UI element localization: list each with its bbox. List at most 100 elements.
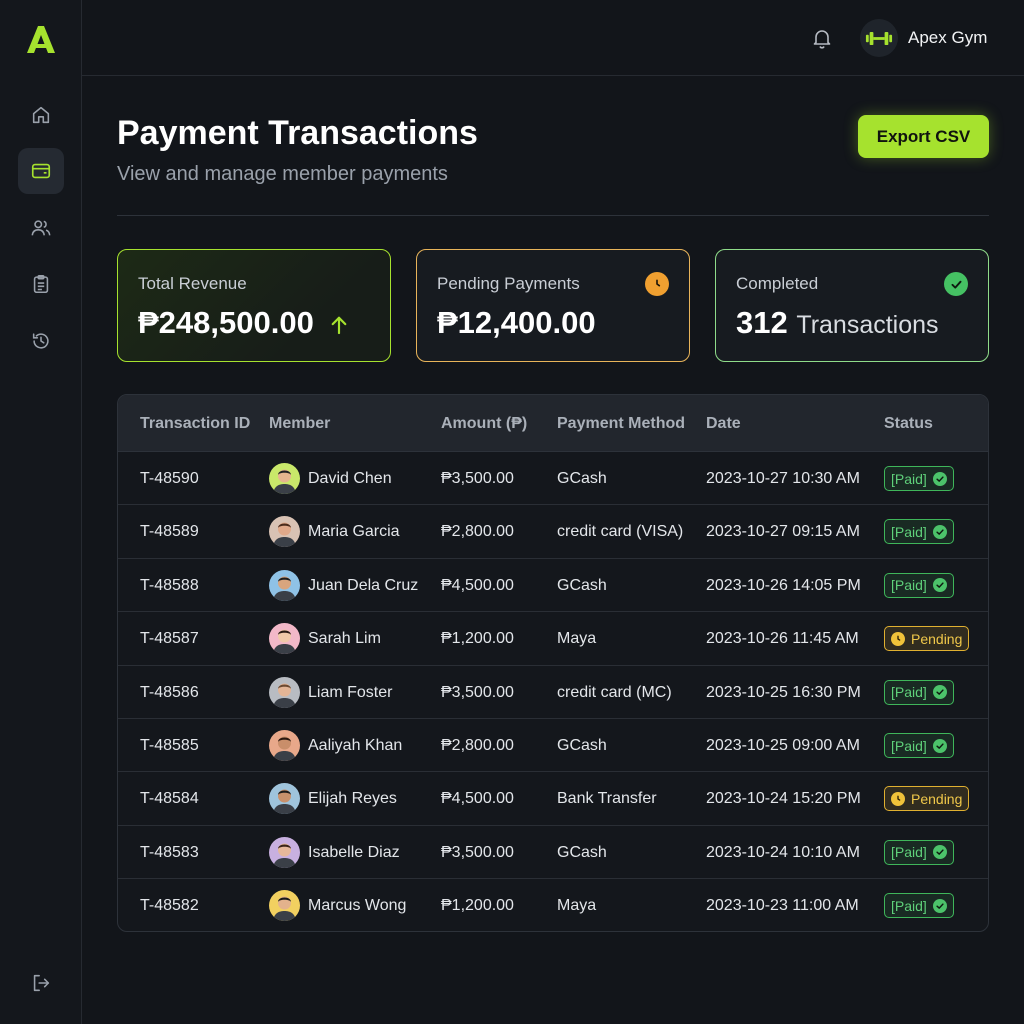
status-badge: [Paid] xyxy=(884,733,954,758)
member-name[interactable]: Marcus Wong xyxy=(308,897,406,915)
transaction-date: 2023-10-26 11:45 AM xyxy=(706,630,859,648)
transaction-date: 2023-10-23 11:00 AM xyxy=(706,897,859,915)
check-circle-icon xyxy=(932,898,947,913)
member-avatar xyxy=(269,890,300,922)
member-avatar xyxy=(269,623,300,655)
member-avatar xyxy=(269,516,300,548)
sidebar xyxy=(0,0,82,1024)
payment-method: credit card (MC) xyxy=(557,683,672,701)
member-name[interactable]: Elijah Reyes xyxy=(308,790,397,808)
gym-name[interactable]: Apex Gym xyxy=(908,28,987,48)
notifications-bell-icon[interactable] xyxy=(810,26,834,50)
column-header-transaction-id[interactable]: Transaction ID xyxy=(140,415,250,433)
payment-method: Maya xyxy=(557,630,597,648)
member-name[interactable]: Maria Garcia xyxy=(308,523,400,541)
arrow-up-icon xyxy=(332,316,347,334)
status-label: [Paid] xyxy=(891,577,927,594)
column-header-payment-method[interactable]: Payment Method xyxy=(557,415,685,433)
status-badge: [Paid] xyxy=(884,519,954,545)
check-circle-icon xyxy=(932,524,947,539)
check-circle-icon xyxy=(932,738,947,753)
amount: ₱2,800.00 xyxy=(441,737,514,754)
member-name[interactable]: Juan Dela Cruz xyxy=(308,577,418,595)
transactions-table: Transaction ID Member Amount (₱) Payment… xyxy=(117,394,989,932)
amount: ₱4,500.00 xyxy=(441,576,514,594)
table-row[interactable]: T-48589 Maria Garcia ₱2,800.00 credit card … xyxy=(118,505,988,559)
page-subtitle: View and manage member payments xyxy=(117,163,448,185)
completed-label: Completed xyxy=(736,274,819,293)
sidebar-item-members[interactable] xyxy=(18,205,64,251)
member-name[interactable]: Liam Foster xyxy=(308,684,392,702)
status-label: [Paid] xyxy=(891,470,927,487)
payment-method: GCash xyxy=(557,843,607,861)
table-row[interactable]: T-48584 Elijah Reyes ₱4,500.00 Bank Transfe… xyxy=(118,772,988,826)
users-icon xyxy=(31,220,51,236)
pending-payments-label: Pending Payments xyxy=(437,274,580,293)
amount: ₱2,800.00 xyxy=(441,523,514,541)
column-header-member[interactable]: Member xyxy=(269,415,330,433)
status-label: Pending xyxy=(911,630,963,647)
column-header-amount[interactable]: Amount (₱) xyxy=(441,415,527,433)
amount: ₱3,500.00 xyxy=(441,470,514,487)
transaction-date: 2023-10-27 10:30 AM xyxy=(706,470,860,487)
transaction-date: 2023-10-24 15:20 PM xyxy=(706,790,861,808)
sidebar-item-payments[interactable] xyxy=(18,148,64,194)
status-badge: Pending xyxy=(884,626,970,652)
column-header-date[interactable]: Date xyxy=(706,415,741,433)
sidebar-item-history[interactable] xyxy=(18,318,64,364)
table-row[interactable]: T-48588 Juan Dela Cruz ₱4,500.00 GCash 2023-… xyxy=(118,559,988,613)
transaction-id: T-48590 xyxy=(140,470,199,487)
sidebar-item-home[interactable] xyxy=(18,92,64,138)
payment-method: GCash xyxy=(557,470,607,487)
amount: ₱4,500.00 xyxy=(441,790,514,808)
transaction-id: T-48582 xyxy=(140,897,199,915)
logout-button[interactable] xyxy=(18,960,64,1006)
pending-payments-value: ₱12,400.00 xyxy=(437,305,596,340)
member-avatar xyxy=(269,730,300,761)
table-row[interactable]: T-48587 Sarah Lim ₱1,200.00 Maya 2023-10-26 … xyxy=(118,612,988,666)
amount: ₱1,200.00 xyxy=(441,897,514,915)
member-avatar xyxy=(269,463,300,494)
logout-icon xyxy=(33,974,50,992)
status-badge: [Paid] xyxy=(884,572,954,598)
export-csv-button[interactable]: Export CSV xyxy=(858,115,989,158)
table-row[interactable]: T-48583 Isabelle Diaz ₱3,500.00 GCash 2023-1… xyxy=(118,826,988,880)
status-badge: [Paid] xyxy=(884,893,954,919)
transaction-date: 2023-10-27 09:15 AM xyxy=(706,523,860,541)
pending-payments-card: Pending Payments ₱12,400.00 xyxy=(416,249,690,362)
column-header-status[interactable]: Status xyxy=(884,415,933,433)
table-row[interactable]: T-48585 Aaliyah Khan ₱2,800.00 GCash 2023-10… xyxy=(118,719,988,773)
payment-method: Maya xyxy=(557,897,597,915)
member-name[interactable]: Aaliyah Khan xyxy=(308,737,402,755)
status-label: [Paid] xyxy=(891,684,927,701)
completed-unit: Transactions xyxy=(796,311,939,339)
status-label: Pending xyxy=(911,790,963,807)
payment-method: Bank Transfer xyxy=(557,790,657,808)
total-revenue-card: Total Revenue ₱248,500.00 xyxy=(117,249,391,362)
payment-method: GCash xyxy=(557,737,607,754)
apex-logo-icon[interactable] xyxy=(24,22,58,56)
status-label: [Paid] xyxy=(891,737,927,754)
transaction-id: T-48584 xyxy=(140,790,199,808)
status-badge: Pending xyxy=(884,786,970,812)
payment-method: GCash xyxy=(557,576,607,594)
table-row[interactable]: T-48586 Liam Foster ₱3,500.00 credit card (… xyxy=(118,666,988,719)
table-header: Transaction ID Member Amount (₱) Payment… xyxy=(118,395,988,452)
member-name[interactable]: Isabelle Diaz xyxy=(308,844,400,862)
page-title: Payment Transactions xyxy=(117,114,478,152)
transaction-id: T-48587 xyxy=(140,630,199,648)
total-revenue-value-wrap: ₱248,500.00 xyxy=(138,305,348,341)
table-row[interactable]: T-48582 Marcus Wong ₱1,200.00 Maya 2023-10-2… xyxy=(118,879,988,931)
transaction-date: 2023-10-24 10:10 AM xyxy=(706,843,860,861)
table-row[interactable]: T-48590 David Chen ₱3,500.00 GCash 2023-10-2… xyxy=(118,452,988,506)
clock-icon xyxy=(891,631,905,646)
clock-icon xyxy=(891,791,905,806)
check-circle-icon xyxy=(932,471,947,486)
sidebar-item-reports[interactable] xyxy=(18,261,64,307)
member-name[interactable]: Sarah Lim xyxy=(308,630,381,648)
member-name[interactable]: David Chen xyxy=(308,470,392,488)
status-badge: [Paid] xyxy=(884,839,954,865)
status-badge: [Paid] xyxy=(884,466,954,491)
status-label: [Paid] xyxy=(891,844,927,861)
gym-avatar[interactable] xyxy=(860,19,898,57)
